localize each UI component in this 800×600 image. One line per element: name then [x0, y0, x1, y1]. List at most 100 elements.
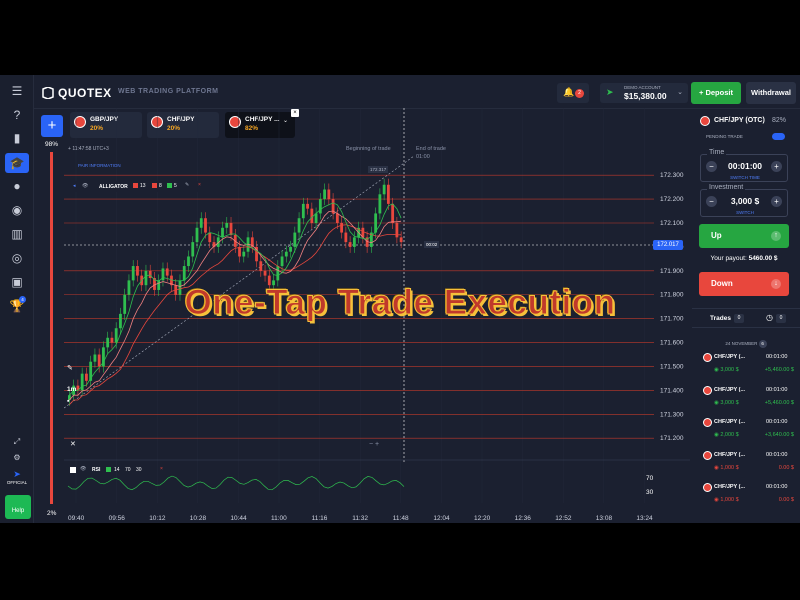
trade-row[interactable]: CHF/JPY (... 00:01:00 ◉ 1,000 $ 0.00 $	[700, 482, 796, 510]
candle-body	[221, 227, 224, 238]
trade-result: +3,640.00 $	[764, 432, 794, 438]
time-field[interactable]: Time − 00:01:00 + SWITCH TIME	[700, 149, 789, 182]
deposit-button[interactable]: + Deposit	[691, 82, 741, 104]
trade-row[interactable]: CHF/JPY (... 00:01:00 ◉ 1,000 $ 0.00 $	[700, 450, 796, 478]
trade-row[interactable]: CHF/JPY (... 00:01:00 ◉ 3,000 $ +5,460.00 $	[700, 385, 796, 413]
trade-asset: CHF/JPY (...	[714, 354, 746, 360]
candle-body	[110, 337, 114, 343]
clock-time: 11:47:58	[72, 146, 92, 152]
up-label: Up	[711, 231, 722, 240]
rsi-param-upper: 70	[125, 467, 131, 473]
countdown-label: 00:02	[424, 241, 440, 248]
flag-icon	[700, 116, 710, 126]
user-icon[interactable]: ●	[9, 179, 25, 193]
trades-date-group: 24 NOVEMBER 6	[692, 340, 800, 348]
indicators-icon[interactable]: ▪	[67, 398, 81, 405]
help-icon[interactable]: ?	[9, 108, 25, 122]
rsi-indicator[interactable]: 👁 RSI 14 70 30 ×	[70, 466, 180, 475]
collapse-icon[interactable]: ◂	[73, 183, 76, 189]
collapse-icon[interactable]	[70, 467, 76, 473]
up-button[interactable]: Up ↑	[699, 224, 789, 248]
dollar-icon[interactable]: ◉	[9, 203, 25, 217]
y-tick-label: 172.100	[660, 220, 684, 227]
payout-text: Your payout: 5460.00 $	[692, 255, 796, 262]
switch-time-link[interactable]: SWITCH TIME	[701, 175, 789, 180]
investment-increase-button[interactable]: +	[771, 196, 782, 207]
candle-body	[276, 266, 280, 281]
candle-body	[293, 232, 297, 247]
eye-icon[interactable]: 👁	[80, 466, 86, 472]
time-increase-button[interactable]: +	[771, 161, 782, 172]
analytics-icon[interactable]: ▥	[9, 227, 25, 241]
current-price-tag: 172.017	[653, 240, 683, 250]
help-button[interactable]: Help	[5, 495, 31, 519]
pending-trade-toggle[interactable]	[772, 133, 785, 140]
chart-icon[interactable]: ▮	[9, 131, 25, 145]
candle-body	[225, 223, 229, 228]
zoom-controls[interactable]: − +	[369, 441, 379, 448]
withdrawal-button[interactable]: Withdrawal	[746, 82, 796, 104]
draw-icon[interactable]: ✎	[67, 364, 81, 372]
menu-icon[interactable]: ☰	[9, 84, 25, 98]
alligator-indicator[interactable]: ◂ 👁 ALLIGATOR 13 8 5 ✎ ×	[70, 181, 210, 192]
settings-icon[interactable]: ⚙	[9, 451, 25, 465]
official-label: OFFICIAL	[6, 480, 28, 485]
trade-result: +5,460.00 $	[764, 367, 794, 373]
candle-body	[165, 268, 169, 276]
chevron-down-icon: ⌄	[677, 89, 683, 96]
fullscreen-icon[interactable]: ⤢	[9, 435, 25, 449]
progress-bar	[50, 152, 53, 504]
eye-icon[interactable]: 👁	[82, 183, 88, 189]
trades-date: 24 NOVEMBER	[725, 341, 758, 346]
trade-row[interactable]: CHF/JPY (... 00:01:00 ◉ 3,000 $ +5,460.00 $	[700, 352, 796, 380]
pending-trade-label: PENDING TRADE	[706, 134, 743, 139]
education-icon[interactable]: 🎓	[9, 156, 25, 170]
logo-icon	[42, 87, 54, 99]
timeframe-button[interactable]: 1m	[67, 386, 81, 393]
alligator-color-8	[152, 183, 157, 188]
account-switcher[interactable]: ➤ DEMO ACCOUNT $15,380.00 ⌄	[600, 83, 688, 103]
end-of-trade-label: End of trade	[416, 146, 446, 152]
trade-row[interactable]: CHF/JPY (... 00:01:00 ◉ 2,000 $ +3,640.00 $	[700, 417, 796, 445]
alligator-color-5	[167, 183, 172, 188]
panel-asset-pct: 82%	[772, 117, 787, 124]
candle-body	[344, 232, 348, 243]
close-icon[interactable]: ×	[198, 182, 201, 188]
official-badge[interactable]: ➤ OFFICIAL	[4, 469, 30, 491]
tools-icon[interactable]: ✕	[70, 440, 76, 448]
candle-body	[93, 354, 97, 362]
signal-icon[interactable]: ◎	[9, 251, 25, 265]
investment-field[interactable]: Investment − 3,000 $ + SWITCH	[700, 184, 789, 217]
candle-body	[399, 237, 403, 243]
end-of-trade-time: 01:00	[416, 154, 430, 160]
x-tick-label: 11:48	[393, 515, 409, 522]
notifications-button[interactable]: 🔔 2	[557, 83, 589, 103]
x-tick-label: 10:28	[190, 515, 207, 522]
progress-top-pct: 98%	[45, 141, 59, 148]
rsi-level-70: 70	[646, 475, 654, 482]
add-asset-button[interactable]: +	[41, 115, 63, 137]
top-price-label: 172.317	[368, 166, 389, 173]
edit-icon[interactable]: ✎	[185, 182, 189, 188]
bell-icon: 🔔	[563, 87, 575, 97]
notification-badge: 2	[575, 89, 584, 98]
clock-timezone: UTC+3	[92, 146, 109, 152]
candle-body	[131, 266, 135, 281]
pair-information-link[interactable]: PAIR INFORMATION	[78, 163, 121, 168]
telegram-icon: ➤	[13, 469, 21, 479]
x-tick-label: 12:04	[433, 515, 450, 522]
flag-icon	[703, 385, 712, 395]
trade-asset: CHF/JPY (...	[714, 484, 746, 490]
candle-body	[263, 270, 267, 276]
payout-value: 5460.00 $	[748, 255, 778, 262]
switch-link[interactable]: SWITCH	[701, 210, 789, 215]
candle-body	[85, 373, 88, 381]
account-balance: $15,380.00	[624, 91, 667, 101]
trade-amount: ◉ 1,000 $	[714, 497, 739, 503]
alligator-param-13: 13	[140, 183, 146, 189]
close-icon[interactable]: ×	[160, 466, 163, 472]
time-label: Time	[707, 149, 727, 156]
rsi-label: RSI	[92, 467, 101, 473]
candle-body	[199, 218, 203, 228]
brand-logo[interactable]: QUOTEX	[42, 86, 112, 100]
